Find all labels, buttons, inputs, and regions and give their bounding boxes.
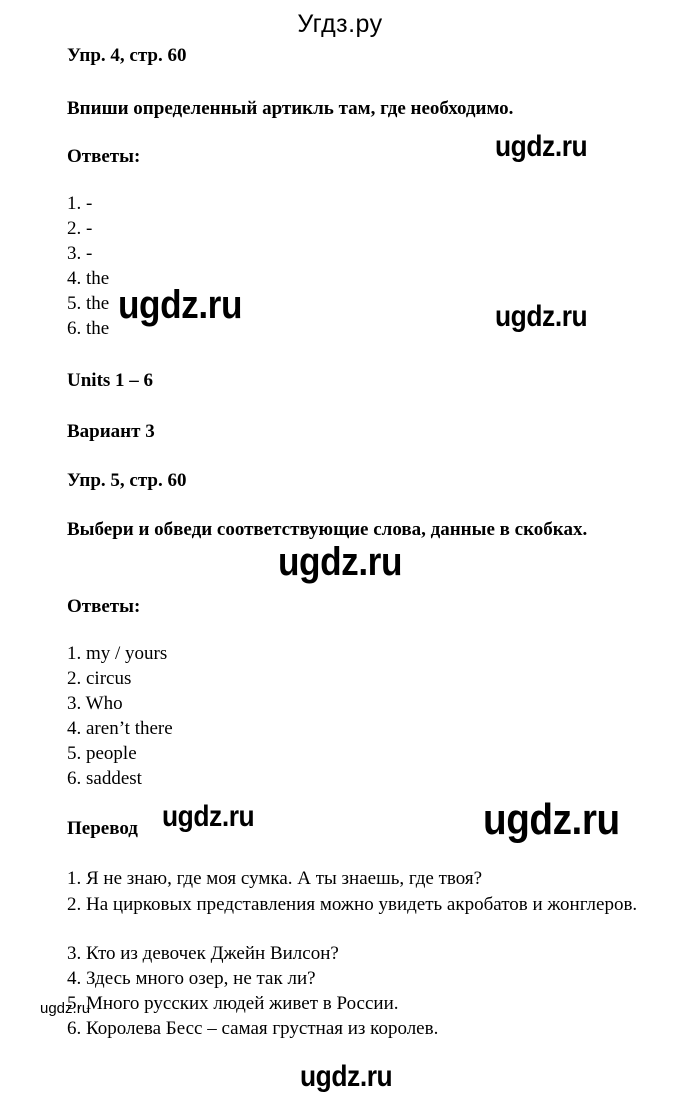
site-title: Угдз.ру [297,10,383,38]
exercise-1-instruction: Впиши определенный артикль там, где необ… [67,98,514,119]
watermark: ugdz.ru [300,1060,393,1093]
answer-item: 2. - [67,218,93,239]
answer-item: 1. - [67,193,93,214]
watermark: ugdz.ru [40,1000,91,1017]
watermark: ugdz.ru [162,800,255,833]
translation-item: 5. Много русских людей живет в России. [67,993,399,1014]
exercise-1-heading: Упр. 4, стр. 60 [67,45,187,66]
exercise-2-answers-label: Ответы: [67,596,141,617]
answer-item: 2. circus [67,668,132,689]
translation-item: 3. Кто из девочек Джейн Вилсон? [67,943,339,964]
answer-item: 6. saddest [67,768,142,789]
exercise-1-answers-label: Ответы: [67,146,141,167]
answer-item: 1. my / yours [67,643,168,664]
watermark: ugdz.ru [118,283,243,327]
watermark: ugdz.ru [483,795,620,844]
watermark: ugdz.ru [278,540,403,584]
units-heading: Units 1 – 6 [67,370,154,391]
exercise-2-heading: Упр. 5, стр. 60 [67,470,187,491]
translation-item: 2. На цирковых представления можно увиде… [21,893,647,917]
watermark: ugdz.ru [495,300,588,333]
answer-item: 5. the [67,293,110,314]
instruction-text: Выбери и обведи соответствующие слова, д… [67,519,588,540]
translation-label: Перевод [67,818,138,839]
answer-item: 6. the [67,318,110,339]
translation-item: 1. Я не знаю, где моя сумка. А ты знаешь… [67,868,483,889]
watermark: ugdz.ru [495,130,588,163]
answer-item: 4. the [67,268,110,289]
exercise-2-instruction: Выбери и обведи соответствующие слова, д… [21,518,647,542]
translation-item: 4. Здесь много озер, не так ли? [67,968,316,989]
variant-heading: Вариант 3 [67,421,155,442]
answer-item: 4. aren’t there [67,718,173,739]
translation-text: 2. На цирковых представления можно увиде… [67,894,638,915]
answer-item: 3. Who [67,693,123,714]
answer-item: 5. people [67,743,137,764]
translation-item: 6. Королева Бесс – самая грустная из кор… [67,1018,439,1039]
answer-item: 3. - [67,243,93,264]
